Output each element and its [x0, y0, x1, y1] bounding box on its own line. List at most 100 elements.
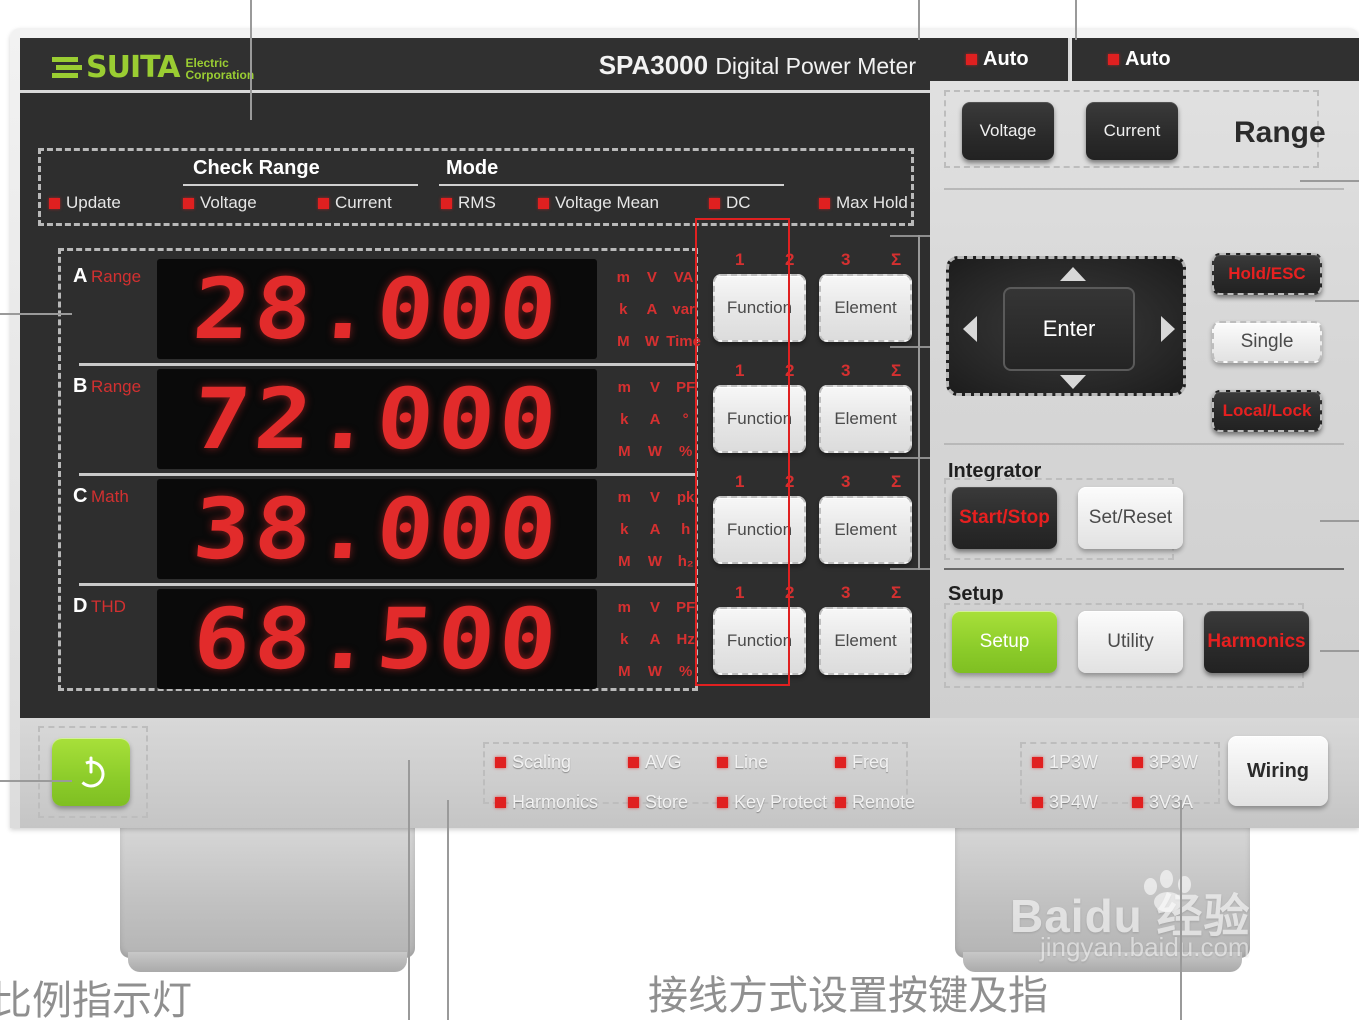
key-indicator-2: 2	[785, 361, 795, 380]
baidu-watermark-url: jingyan.baidu.com	[1040, 932, 1250, 962]
function-button-4[interactable]: Function	[713, 607, 806, 675]
key-indicator-sigma: Σ	[891, 583, 902, 602]
key-block-row-2: 1 2 3 Σ Function Element	[713, 361, 918, 467]
element-button-2[interactable]: Element	[819, 385, 912, 453]
indicator-freq-label: Freq	[852, 752, 890, 772]
callout-tick-4	[890, 568, 930, 570]
annotation-bottom-center: 接线方式设置按键及指	[648, 973, 1048, 1019]
indicator-mode-max-hold: Max Hold	[819, 193, 908, 213]
led-icon	[183, 197, 194, 209]
seven-segment-display-c: 38.000	[157, 479, 597, 579]
indicator-scaling-label: Scaling	[512, 752, 572, 772]
unit-b-7: W	[647, 442, 663, 460]
seven-segment-display-d: 68.500	[157, 589, 597, 689]
arrow-down-icon[interactable]	[1060, 375, 1086, 389]
unit-b-4: A	[649, 410, 661, 428]
readout-row-b: B Range 72.000 m V PF k A ° M W %	[61, 365, 695, 473]
arrow-up-icon[interactable]	[1060, 267, 1086, 281]
enter-button[interactable]: Enter	[1003, 287, 1135, 371]
front-panel-display-area: SUITA Electric Corporation SPA3000 Digit…	[20, 38, 930, 718]
check-range-rule	[183, 184, 418, 186]
unit-b-1: V	[649, 378, 660, 396]
element-button-4[interactable]: Element	[819, 607, 912, 675]
local-lock-button[interactable]: Local/Lock	[1212, 390, 1322, 432]
indicator-freq: Freq	[835, 752, 889, 773]
readout-channel-c: C	[73, 485, 88, 507]
function-button-3[interactable]: Function	[713, 496, 806, 564]
indicator-harmonics: Harmonics	[495, 792, 598, 813]
unit-d-5: Hz	[676, 630, 695, 648]
function-button-2[interactable]: Function	[713, 385, 806, 453]
led-icon	[717, 757, 728, 768]
check-range-title: Check Range	[193, 157, 320, 179]
harmonics-button[interactable]: Harmonics	[1204, 611, 1309, 673]
annotation-bottom-left: 比例指示灯	[0, 978, 192, 1020]
readout-value-d: 68.500	[189, 590, 565, 688]
function-button-1[interactable]: Function	[713, 274, 806, 342]
callout-line-top-3	[1075, 0, 1077, 40]
unit-b-5: °	[682, 410, 689, 428]
model-title: SPA3000 Digital Power Meter	[599, 50, 916, 81]
element-button-3[interactable]: Element	[819, 496, 912, 564]
unit-a-7: W	[644, 332, 660, 350]
unit-b-2: PF	[676, 378, 696, 396]
key-indicator-3: 3	[841, 583, 851, 602]
wiring-button[interactable]: Wiring	[1228, 736, 1328, 806]
indicator-3v3a-label: 3V3A	[1149, 792, 1194, 812]
arrow-right-icon[interactable]	[1161, 316, 1175, 342]
key-indicator-3: 3	[841, 472, 851, 491]
key-indicator-1: 1	[735, 250, 745, 269]
indicator-remote-label: Remote	[852, 792, 916, 812]
mode-rule	[439, 184, 784, 186]
range-section: Voltage Current Range	[944, 90, 1326, 168]
unit-d-8: %	[678, 662, 693, 680]
led-icon	[1032, 757, 1043, 768]
setup-button[interactable]: Setup	[952, 611, 1057, 673]
single-button[interactable]: Single	[1212, 321, 1322, 363]
callout-line-bottom-3	[1180, 800, 1182, 1020]
auto-indicator-current-label: Auto	[1125, 48, 1171, 70]
key-block-row-3: 1 2 3 Σ Function Element	[713, 472, 918, 578]
indicator-1p3w-label: 1P3W	[1049, 752, 1099, 772]
led-icon	[318, 197, 329, 209]
hold-esc-button[interactable]: Hold/ESC	[1212, 253, 1322, 295]
model-subtitle: Digital Power Meter	[715, 53, 916, 79]
integrator-start-stop-button[interactable]: Start/Stop	[952, 487, 1057, 549]
unit-c-4: A	[649, 520, 661, 538]
key-indicator-1: 1	[735, 472, 745, 491]
navigation-pad[interactable]: Enter	[946, 256, 1186, 396]
callout-line-right-3	[1320, 520, 1359, 522]
indicator-3p3w-label: 3P3W	[1149, 752, 1199, 772]
callout-line-bottom-1	[408, 760, 410, 1020]
indicator-3p4w-label: 3P4W	[1049, 792, 1099, 812]
callout-line-left-2	[0, 780, 72, 782]
brand-name: SUITA	[86, 50, 180, 85]
utility-button[interactable]: Utility	[1078, 611, 1183, 673]
status-led-row: Update Voltage Current RMS Voltage Mean	[41, 193, 917, 221]
callout-line-top-1	[250, 0, 252, 120]
unit-d-2: PF	[676, 598, 696, 616]
status-indicator-strip: Check Range Mode Update Voltage Current	[38, 148, 914, 226]
indicator-line-label: Line	[734, 752, 769, 772]
integrator-set-reset-button[interactable]: Set/Reset	[1078, 487, 1183, 549]
element-button-1[interactable]: Element	[819, 274, 912, 342]
led-icon	[1108, 54, 1119, 65]
unit-a-4: A	[646, 300, 658, 318]
key-indicator-row-3: 1 2 3 Σ	[713, 472, 918, 494]
callout-line-right-1	[1300, 180, 1359, 182]
callout-line-bottom-2	[447, 800, 449, 1020]
key-block-row-4: 1 2 3 Σ Function Element	[713, 583, 918, 689]
led-icon	[441, 197, 452, 209]
power-button[interactable]	[52, 738, 130, 806]
voltage-range-button[interactable]: Voltage	[962, 102, 1054, 160]
readout-row-a: A Range 28.000 m V VA k A var M W Time	[61, 255, 701, 363]
current-range-button[interactable]: Current	[1086, 102, 1178, 160]
led-icon	[717, 797, 728, 808]
readout-value-c: 38.000	[189, 480, 565, 578]
arrow-left-icon[interactable]	[963, 316, 977, 342]
indicator-mode-rms-label: RMS	[458, 193, 496, 212]
unit-matrix-c: m V pk k A h M W h₂	[609, 481, 701, 577]
callout-tick-2	[890, 346, 930, 348]
indicator-mode-dc-label: DC	[726, 193, 751, 212]
key-indicator-row-4: 1 2 3 Σ	[713, 583, 918, 605]
